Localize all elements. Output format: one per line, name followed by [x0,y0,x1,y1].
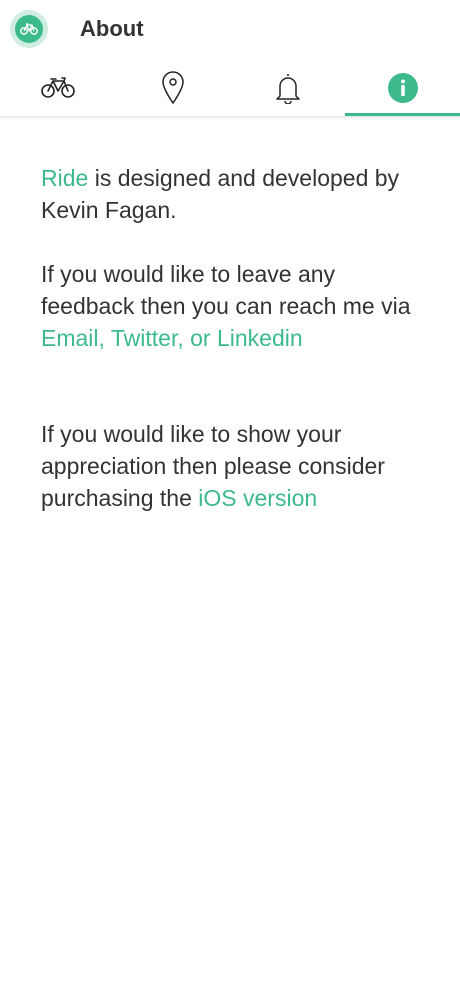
bell-icon [275,74,300,104]
feedback-text: If you would like to leave any feedback … [41,261,411,319]
app-header: About [0,0,460,60]
app-logo[interactable] [10,10,48,48]
logo-badge [15,15,43,43]
tab-about[interactable] [345,60,460,116]
tab-bike[interactable] [0,60,115,116]
page-title: About [80,16,144,41]
bike-icon [40,77,75,98]
about-intro: Ride is designed and developed by Kevin … [41,162,421,226]
tab-location[interactable] [115,60,230,116]
intro-text: is designed and developed by Kevin Fagan… [41,165,400,223]
appreciation-paragraph: If you would like to show your appreciat… [41,418,421,514]
ride-link[interactable]: Ride [41,165,88,191]
tab-notifications[interactable] [230,60,345,116]
bike-icon [20,23,38,35]
map-pin-icon [161,71,184,105]
feedback-paragraph: If you would like to leave any feedback … [41,258,421,354]
ios-version-link[interactable]: iOS version [198,485,317,511]
about-content: Ride is designed and developed by Kevin … [41,162,421,514]
tab-bar [0,60,460,117]
info-icon [387,73,418,103]
contact-links[interactable]: Email, Twitter, or Linkedin [41,325,303,351]
